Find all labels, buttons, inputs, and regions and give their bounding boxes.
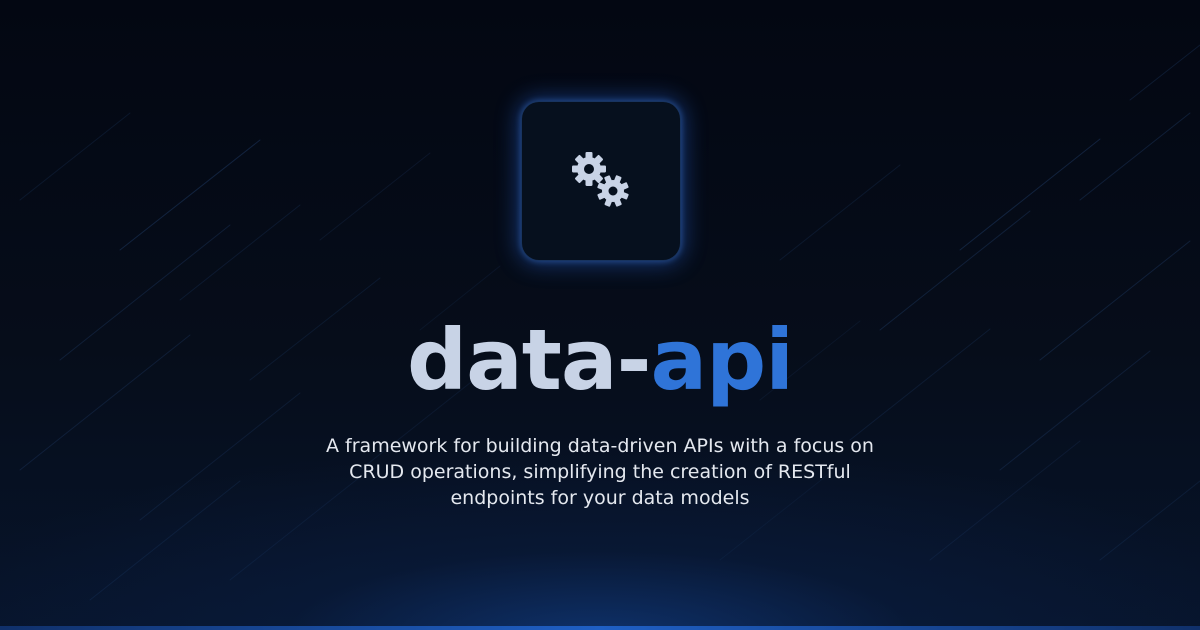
gears-icon [572, 152, 629, 207]
hero-banner: data-api A framework for building data-d… [0, 0, 1200, 630]
logo-tile [521, 101, 681, 261]
bottom-accent-bar [0, 626, 1200, 630]
page-title: data-api [0, 310, 1200, 410]
title-prefix: data- [406, 311, 652, 409]
title-accent: api [650, 311, 794, 409]
tagline: A framework for building data-driven API… [326, 435, 874, 509]
